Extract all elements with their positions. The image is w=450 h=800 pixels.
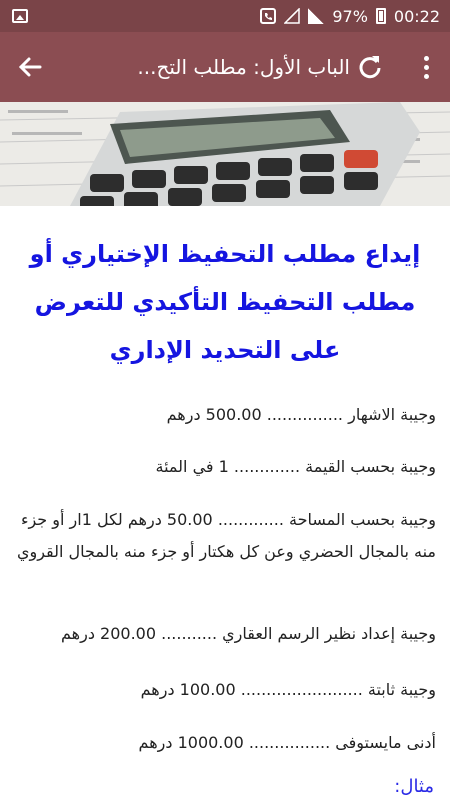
fee-line-minimum: أدنى مايستوفى ................ 1000.00 د… xyxy=(138,733,436,752)
battery-percent: 97% xyxy=(332,6,368,26)
signal-icon xyxy=(308,8,325,24)
app-toolbar: الباب الأول: مطلب التح... xyxy=(0,32,450,102)
fee-line-area: وجيبة بحسب المساحة ............. 50.00 د… xyxy=(16,510,436,561)
article-content: إيداع مطلب التحفيظ الإختياري أو مطلب الت… xyxy=(0,206,450,800)
toolbar-title: الباب الأول: مطلب التح... xyxy=(137,55,350,79)
status-bar: 97% 00:22 xyxy=(0,0,450,32)
arrow-left-icon[interactable] xyxy=(14,51,46,83)
gallery-notification-icon xyxy=(12,9,28,23)
calculator-header-image xyxy=(0,102,450,206)
fee-line-value: وجيبة بحسب القيمة ............. 1 في الم… xyxy=(155,457,436,476)
fee-line-fixed: وجيبة ثابتة ........................ 100… xyxy=(140,680,436,699)
fee-line-title-copy: وجيبة إعداد نظير الرسم العقاري .........… xyxy=(61,624,436,643)
fee-line-publicity: وجيبة الاشهار ............... 500.00 دره… xyxy=(166,405,436,424)
battery-charging-icon xyxy=(375,8,386,24)
clock: 00:22 xyxy=(393,6,440,26)
article-headline: إيداع مطلب التحفيظ الإختياري أو مطلب الت… xyxy=(29,240,421,364)
example-label: مثال: xyxy=(394,776,434,797)
call-icon xyxy=(260,8,277,24)
no-signal-icon xyxy=(283,7,301,24)
status-icons: 97% 00:22 xyxy=(260,0,440,32)
refresh-icon[interactable] xyxy=(354,51,386,83)
more-vert-icon[interactable] xyxy=(416,51,436,83)
